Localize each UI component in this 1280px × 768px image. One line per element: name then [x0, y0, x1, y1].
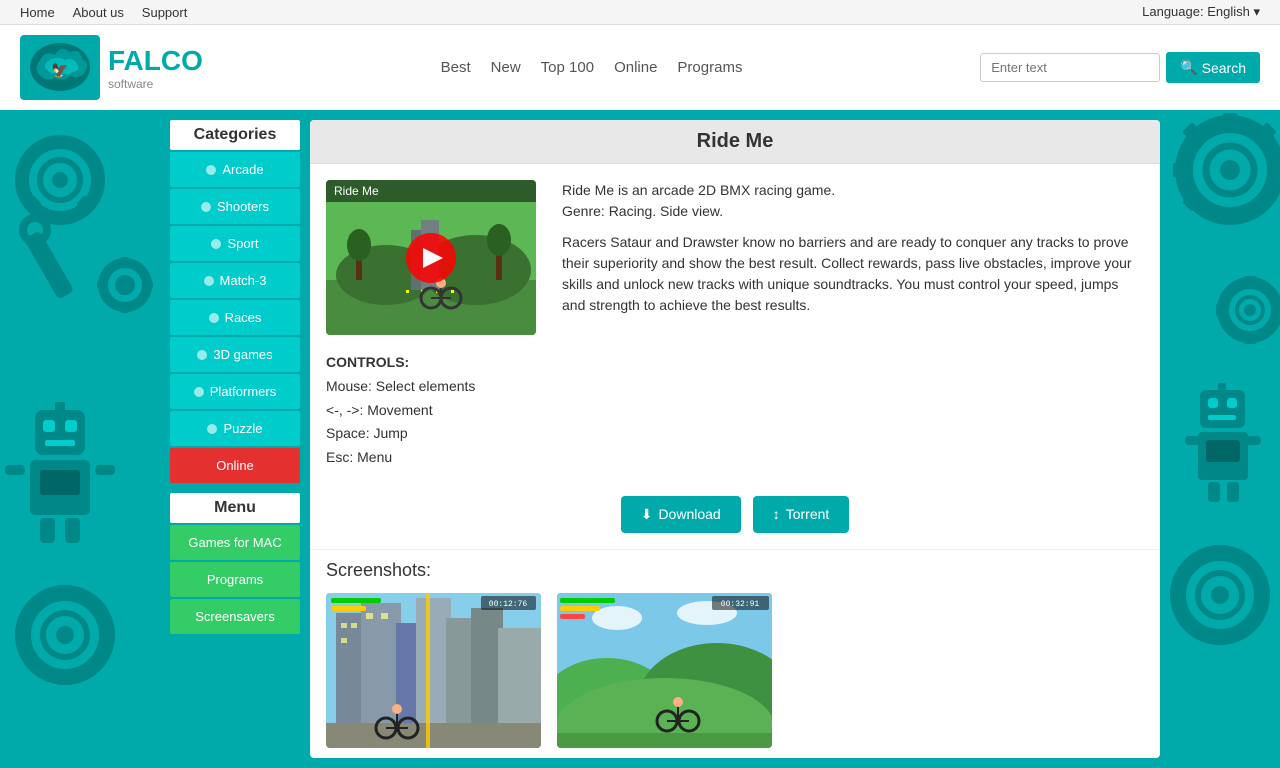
screenshots-section: Screenshots: — [310, 549, 1160, 758]
screenshots-title: Screenshots: — [326, 560, 1144, 581]
nav-online[interactable]: Online — [614, 59, 657, 76]
svg-text:🦅: 🦅 — [51, 61, 68, 79]
search-button[interactable]: 🔍 Search — [1166, 52, 1260, 83]
platformers-icon — [194, 387, 204, 397]
sidebar-programs[interactable]: Programs — [170, 562, 300, 597]
svg-text:00:32:91: 00:32:91 — [721, 600, 760, 609]
puzzle-icon — [207, 424, 217, 434]
main-nav: Best New Top 100 Online Programs — [441, 59, 743, 76]
sidebar-item-3dgames[interactable]: 3D games — [170, 337, 300, 372]
torrent-icon: ↕ — [773, 506, 780, 522]
nav-best[interactable]: Best — [441, 59, 471, 76]
screenshot-1[interactable]: 00:12:76 — [326, 593, 541, 748]
action-buttons: ⬇ Download ↕ Torrent — [310, 486, 1160, 549]
video-play-button[interactable] — [406, 233, 456, 283]
search-icon: 🔍 — [1180, 59, 1197, 76]
language-selector[interactable]: Language: English ▾ — [1142, 4, 1260, 20]
3dgames-icon — [197, 350, 207, 360]
top-nav-links: Home About us Support — [20, 4, 201, 20]
logo-image: 🦅 — [20, 35, 100, 100]
nav-new[interactable]: New — [491, 59, 521, 76]
video-title: Ride Me — [326, 180, 536, 202]
sidebar-item-online[interactable]: Online — [170, 448, 300, 483]
menu-title: Menu — [170, 493, 300, 523]
sidebar-item-match3[interactable]: Match-3 — [170, 263, 300, 298]
sidebar-item-puzzle[interactable]: Puzzle — [170, 411, 300, 446]
svg-text:00:12:76: 00:12:76 — [489, 600, 528, 609]
sidebar-item-platformers[interactable]: Platformers — [170, 374, 300, 409]
nav-programs[interactable]: Programs — [677, 59, 742, 76]
search-input[interactable] — [980, 53, 1160, 82]
controls-section: CONTROLS: Mouse: Select elements <-, ->:… — [310, 351, 1160, 486]
top-navbar: Home About us Support Language: English … — [0, 0, 1280, 25]
deco-left — [0, 110, 170, 768]
sidebar-item-races[interactable]: Races — [170, 300, 300, 335]
arcade-icon — [206, 165, 216, 175]
sport-icon — [211, 239, 221, 249]
game-video: Ride Me — [326, 180, 546, 335]
match3-icon — [204, 276, 214, 286]
main-header: 🦅 FALCO software Best New Top 100 Online… — [0, 25, 1280, 110]
sidebar-item-sport[interactable]: Sport — [170, 226, 300, 261]
search-area: 🔍 Search — [980, 52, 1260, 83]
support-link[interactable]: Support — [142, 5, 188, 20]
main-content: Ride Me — [310, 120, 1160, 758]
screenshot-2[interactable]: 00:32:91 — [557, 593, 772, 748]
download-icon: ⬇ — [641, 506, 653, 523]
sidebar-games-mac[interactable]: Games for MAC — [170, 525, 300, 560]
sidebar: Categories Arcade Shooters Sport Match-3… — [170, 110, 300, 768]
torrent-button[interactable]: ↕ Torrent — [753, 496, 850, 533]
video-placeholder[interactable]: Ride Me — [326, 180, 536, 335]
sidebar-item-shooters[interactable]: Shooters — [170, 189, 300, 224]
races-icon — [209, 313, 219, 323]
shooters-icon — [201, 202, 211, 212]
game-title: Ride Me — [310, 120, 1160, 164]
download-button[interactable]: ⬇ Download — [621, 496, 741, 533]
screenshots-grid: 00:12:76 — [326, 593, 1144, 748]
logo-area[interactable]: 🦅 FALCO software — [20, 35, 203, 100]
sidebar-item-arcade[interactable]: Arcade — [170, 152, 300, 187]
categories-title: Categories — [170, 120, 300, 150]
logo-text: FALCO software — [108, 45, 203, 91]
home-link[interactable]: Home — [20, 5, 55, 20]
page-wrapper: Categories Arcade Shooters Sport Match-3… — [0, 110, 1280, 768]
about-link[interactable]: About us — [73, 5, 124, 20]
sidebar-screensavers[interactable]: Screensavers — [170, 599, 300, 634]
game-description: Ride Me is an arcade 2D BMX racing game.… — [562, 180, 1144, 335]
deco-right — [1170, 110, 1280, 768]
game-info-section: Ride Me Ride Me is an arcade 2D BMX raci… — [310, 164, 1160, 351]
nav-top100[interactable]: Top 100 — [541, 59, 594, 76]
